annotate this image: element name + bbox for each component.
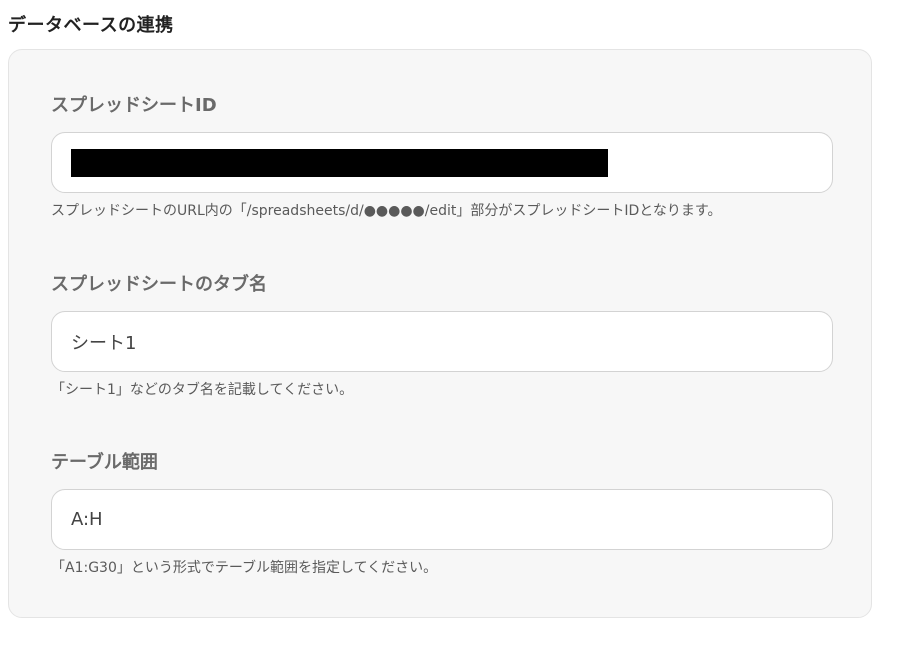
tab-name-label: スプレッドシートのタブ名 [51,274,267,295]
table-range-field-group: テーブル範囲 A:H 「A1:G30」という形式でテーブル範囲を指定してください… [51,451,833,577]
spreadsheet-id-field-group: スプレッドシートID スプレッドシートのURL内の「/spreadsheets/… [51,94,833,220]
section-title: データベースの連携 [8,15,174,36]
tab-name-help-text: 「シート1」などのタブ名を記載してください。 [51,382,354,398]
redacted-value-block [71,148,608,177]
table-range-input[interactable]: A:H [51,489,833,550]
database-link-card: スプレッドシートID スプレッドシートのURL内の「/spreadsheets/… [8,49,872,618]
table-range-value: A:H [71,509,103,530]
spreadsheet-id-input[interactable] [51,132,833,193]
tab-name-value: シート1 [71,332,137,354]
spreadsheet-id-label: スプレッドシートID [51,95,217,116]
tab-name-field-group: スプレッドシートのタブ名 シート1 「シート1」などのタブ名を記載してください。 [51,273,833,399]
tab-name-input[interactable]: シート1 [51,311,833,372]
table-range-label: テーブル範囲 [51,452,158,473]
table-range-help-text: 「A1:G30」という形式でテーブル範囲を指定してください。 [51,560,438,576]
spreadsheet-id-help-text: スプレッドシートのURL内の「/spreadsheets/d/●●●●●/edi… [51,203,722,219]
